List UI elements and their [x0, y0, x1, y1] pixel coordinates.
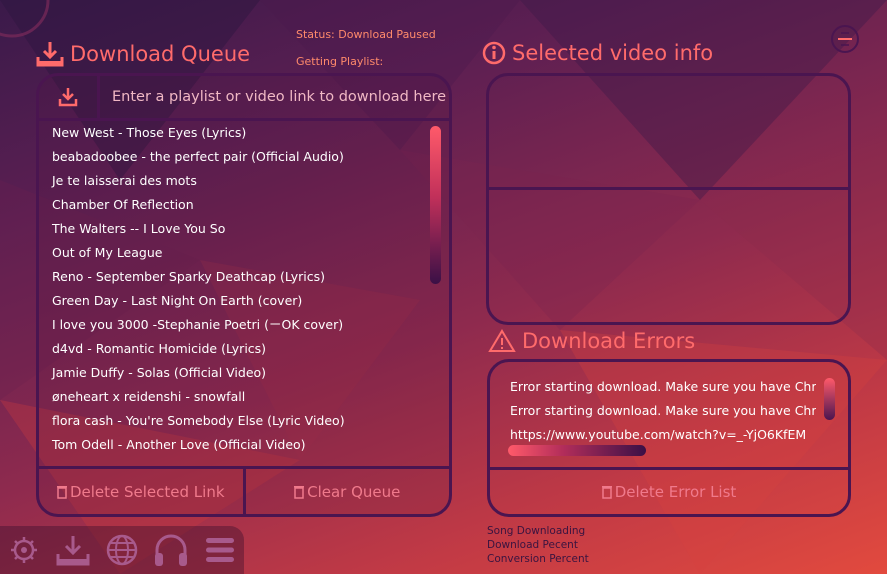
list-item[interactable]: øneheart x reidenshi - snowfall [39, 385, 427, 409]
info-circle-icon [482, 41, 506, 65]
download-tray-icon [36, 42, 64, 67]
video-info-divider [489, 187, 848, 190]
queue-scrollbar[interactable] [430, 126, 441, 284]
nav-menu[interactable] [195, 526, 244, 574]
minimize-close-icon [831, 25, 859, 53]
clear-queue-button[interactable]: Clear Queue [242, 469, 450, 514]
warning-triangle-icon [488, 329, 516, 352]
playlist-status: Getting Playlist: [296, 55, 384, 68]
list-item[interactable]: flora cash - You're Somebody Else (Lyric… [39, 409, 427, 433]
add-download-button[interactable] [39, 76, 100, 118]
errors-panel: Error starting download. Make sure you h… [487, 359, 851, 517]
error-horizontal-scrollbar[interactable] [508, 445, 646, 456]
list-item[interactable]: Tom Odell - Another Love (Official Video… [39, 433, 427, 457]
link-input[interactable] [100, 76, 449, 118]
errors-title: Download Errors [488, 329, 695, 353]
video-info-title: Selected video info [482, 41, 713, 65]
headphones-icon [154, 534, 187, 566]
link-input-row [39, 76, 449, 121]
bottom-nav [0, 526, 244, 574]
queue-button-row: Delete Selected Link Clear Queue [39, 466, 449, 514]
queue-title-label: Download Queue [70, 42, 251, 66]
globe-icon [106, 534, 138, 566]
error-item[interactable]: Error starting download. Make sure you h… [510, 375, 816, 399]
nav-download[interactable] [49, 526, 98, 574]
download-percent-label: Download Pecent [487, 539, 578, 551]
queue-list[interactable]: New West - Those Eyes (Lyrics) beabadoob… [39, 121, 427, 470]
delete-selected-link-button[interactable]: Delete Selected Link [39, 469, 243, 514]
errors-button-row: Delete Error List [490, 467, 848, 514]
error-item[interactable]: Error starting download. Make sure you h… [510, 399, 816, 423]
nav-globe[interactable] [98, 526, 147, 574]
list-item[interactable]: The Walters -- I Love You So [39, 217, 427, 241]
song-downloading-label: Song Downloading [487, 525, 586, 537]
error-list[interactable]: Error starting download. Make sure you h… [510, 375, 816, 447]
window-close-button[interactable] [830, 24, 860, 54]
download-status: Status: Download Paused [296, 28, 436, 41]
delete-error-list-button[interactable]: Delete Error List [490, 470, 848, 514]
video-info-panel [486, 73, 851, 325]
list-item[interactable]: Je te laisserai des mots [39, 169, 427, 193]
list-item[interactable]: Out of My League [39, 241, 427, 265]
list-item[interactable]: Green Day - Last Night On Earth (cover) [39, 289, 427, 313]
error-vertical-scrollbar[interactable] [824, 378, 835, 420]
nav-headphones[interactable] [146, 526, 195, 574]
menu-icon [205, 538, 234, 562]
trash-icon [601, 486, 612, 499]
queue-title: Download Queue [36, 40, 250, 68]
download-icon [58, 88, 78, 107]
list-item[interactable]: I love you 3000 -Stephanie Poetri (ㄧOK c… [39, 313, 427, 337]
list-item[interactable]: Jamie Duffy - Solas (Official Video) [39, 361, 427, 385]
list-item[interactable]: Chamber Of Reflection [39, 193, 427, 217]
nav-settings[interactable] [0, 526, 49, 574]
list-item[interactable]: New West - Those Eyes (Lyrics) [39, 121, 427, 145]
error-item[interactable]: https://www.youtube.com/watch?v=_-YjO6Kf… [510, 423, 816, 447]
settings-gear-icon [11, 537, 38, 563]
list-item[interactable]: d4vd - Romantic Homicide (Lyrics) [39, 337, 427, 361]
download-icon [56, 536, 90, 566]
trash-icon [56, 485, 67, 499]
trash-icon [294, 485, 305, 499]
queue-panel: New West - Those Eyes (Lyrics) beabadoob… [36, 73, 452, 517]
list-item[interactable]: beabadoobee - the perfect pair (Official… [39, 145, 427, 169]
conversion-percent-label: Conversion Percent [487, 553, 589, 565]
list-item[interactable]: Reno - September Sparky Deathcap (Lyrics… [39, 265, 427, 289]
